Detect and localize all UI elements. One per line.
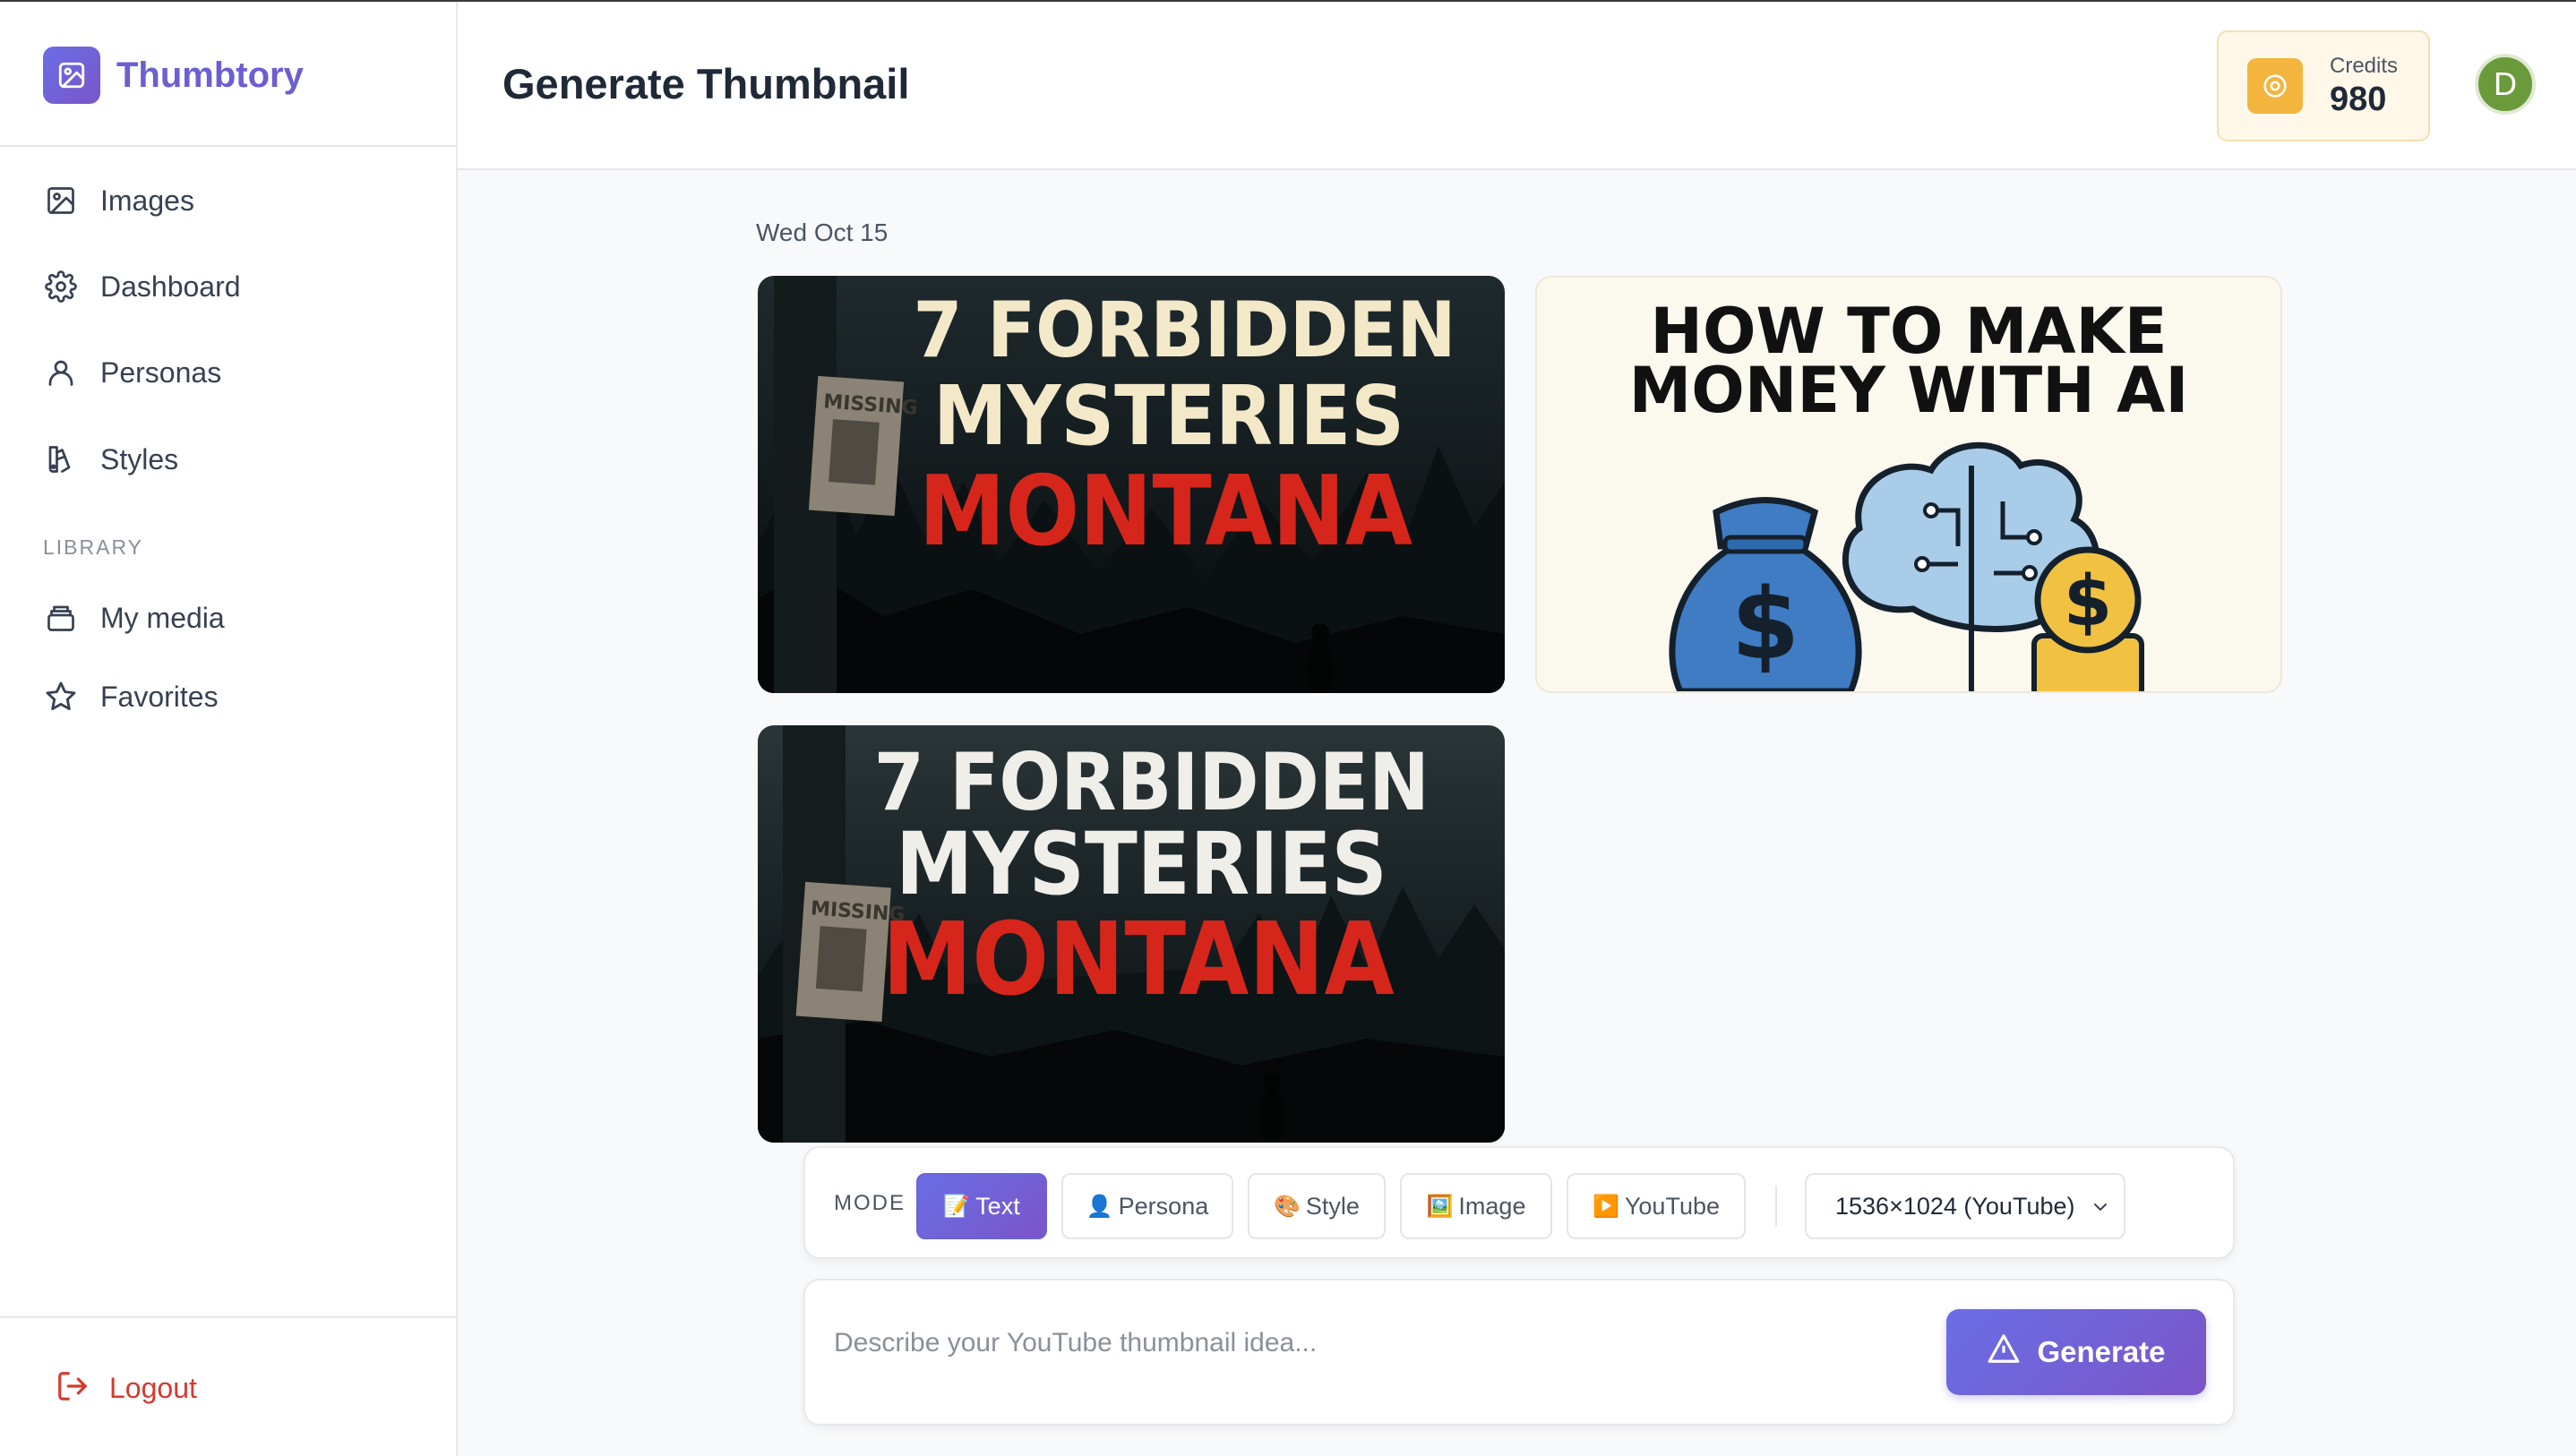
thumbnail-image-forbidden-mysteries: MISSING 7 FORBIDDEN MYSTERIES MONTANA bbox=[758, 276, 1505, 693]
mode-button-label: Persona bbox=[1118, 1192, 1209, 1220]
palette-icon bbox=[43, 441, 79, 477]
logout-button[interactable]: Logout bbox=[56, 1361, 197, 1415]
sidebar: Thumbtory Images Dashboard Personas Styl… bbox=[0, 2, 458, 1456]
credits-label: Credits bbox=[2330, 53, 2399, 78]
media-stack-icon bbox=[43, 600, 79, 636]
credits-badge[interactable]: Credits 980 bbox=[2217, 30, 2430, 141]
sidebar-item-personas[interactable]: Personas bbox=[43, 346, 437, 399]
sidebar-item-favorites[interactable]: Favorites bbox=[43, 670, 437, 724]
mode-label: MODE bbox=[834, 1191, 906, 1215]
credits-value: 980 bbox=[2330, 80, 2387, 118]
mode-button-image[interactable]: 🖼️ Image bbox=[1400, 1173, 1552, 1239]
prompt-panel: Generate bbox=[803, 1279, 2235, 1426]
sidebar-item-images[interactable]: Images bbox=[43, 174, 437, 227]
page-title: Generate Thumbnail bbox=[502, 60, 910, 107]
feed-date: Wed Oct 15 bbox=[756, 218, 889, 246]
palette-icon: 🎨 bbox=[1274, 1194, 1301, 1219]
sidebar-item-label: Personas bbox=[100, 355, 222, 389]
memo-icon: 📝 bbox=[943, 1194, 971, 1219]
generate-button-label: Generate bbox=[2037, 1335, 2166, 1368]
sidebar-item-dashboard[interactable]: Dashboard bbox=[43, 260, 437, 313]
mode-button-label: Text bbox=[975, 1192, 1020, 1220]
thumbnail-image-money-with-ai: HOW TO MAKE MONEY WITH AI $ $ bbox=[1537, 278, 2280, 691]
top-header: Generate Thumbnail Credits 980 D bbox=[458, 2, 2576, 170]
framed-picture-icon: 🖼️ bbox=[1426, 1194, 1454, 1219]
mode-button-text[interactable]: 📝 Text bbox=[916, 1173, 1047, 1239]
sidebar-item-label: Dashboard bbox=[100, 270, 241, 303]
star-icon bbox=[43, 679, 79, 715]
image-icon bbox=[43, 183, 79, 218]
mode-bar: MODE 📝 Text 👤 Persona 🎨 Style 🖼️ Image ▶… bbox=[803, 1146, 2235, 1259]
gear-icon bbox=[43, 269, 79, 304]
sidebar-item-label: My media bbox=[100, 601, 225, 634]
sidebar-item-styles[interactable]: Styles bbox=[43, 433, 437, 486]
mode-button-persona[interactable]: 👤 Persona bbox=[1061, 1173, 1233, 1239]
prompt-input[interactable] bbox=[834, 1316, 1909, 1370]
mode-divider bbox=[1775, 1186, 1777, 1227]
sidebar-divider bbox=[0, 145, 456, 147]
size-select[interactable]: 1536×1024 (YouTube) bbox=[1805, 1173, 2125, 1239]
thumbnail-line-3: MONTANA bbox=[919, 456, 1413, 568]
brand[interactable]: Thumbtory bbox=[43, 47, 304, 104]
logout-icon bbox=[56, 1369, 90, 1408]
logout-label: Logout bbox=[109, 1371, 197, 1404]
coin-icon bbox=[2247, 58, 2303, 114]
dollar-glyph-coin: $ bbox=[2064, 561, 2112, 642]
mode-button-label: YouTube bbox=[1624, 1192, 1720, 1220]
dollar-glyph-bag: $ bbox=[1731, 567, 1800, 681]
brand-name: Thumbtory bbox=[116, 55, 304, 95]
thumbnail-image-forbidden-mysteries: MISSING 7 FORBIDDEN MYSTERIES MONTANA bbox=[758, 725, 1505, 1143]
mode-button-label: Style bbox=[1305, 1192, 1360, 1220]
thumbnail-line-3: MONTANA bbox=[882, 902, 1395, 1018]
sidebar-item-my-media[interactable]: My media bbox=[43, 591, 437, 645]
generate-button[interactable]: Generate bbox=[1946, 1309, 2206, 1395]
avatar[interactable]: D bbox=[2475, 54, 2536, 115]
size-select-value: 1536×1024 (YouTube) bbox=[1835, 1192, 2075, 1220]
chevron-down-icon bbox=[2090, 1196, 2111, 1224]
sidebar-item-label: Favorites bbox=[100, 680, 219, 713]
thumbnail-line-2: MYSTERIES bbox=[896, 814, 1387, 914]
sidebar-item-label: Images bbox=[100, 184, 194, 217]
sidebar-divider bbox=[0, 1316, 456, 1318]
play-icon: ▶️ bbox=[1593, 1194, 1619, 1219]
user-icon bbox=[43, 355, 79, 390]
thumbnail-line-2: MYSTERIES bbox=[933, 368, 1404, 464]
person-icon: 👤 bbox=[1086, 1194, 1113, 1219]
sidebar-section-library: LIBRARY bbox=[43, 535, 144, 559]
mode-button-youtube[interactable]: ▶️ YouTube bbox=[1567, 1173, 1746, 1239]
brand-logo-icon bbox=[43, 47, 100, 104]
thumbnail-line-1: 7 FORBIDDEN bbox=[913, 286, 1455, 375]
sidebar-item-label: Styles bbox=[100, 442, 179, 475]
thumbnail-card[interactable]: MISSING 7 FORBIDDEN MYSTERIES MONTANA bbox=[758, 276, 1505, 693]
thumbnail-card[interactable]: HOW TO MAKE MONEY WITH AI $ $ bbox=[1535, 276, 2282, 693]
thumbnail-line-2: MONEY WITH AI bbox=[1629, 354, 2189, 427]
mode-button-style[interactable]: 🎨 Style bbox=[1248, 1173, 1386, 1239]
mode-button-label: Image bbox=[1458, 1192, 1526, 1220]
thumbnail-card[interactable]: MISSING 7 FORBIDDEN MYSTERIES MONTANA bbox=[758, 725, 1505, 1143]
warning-triangle-icon bbox=[1987, 1332, 2021, 1373]
